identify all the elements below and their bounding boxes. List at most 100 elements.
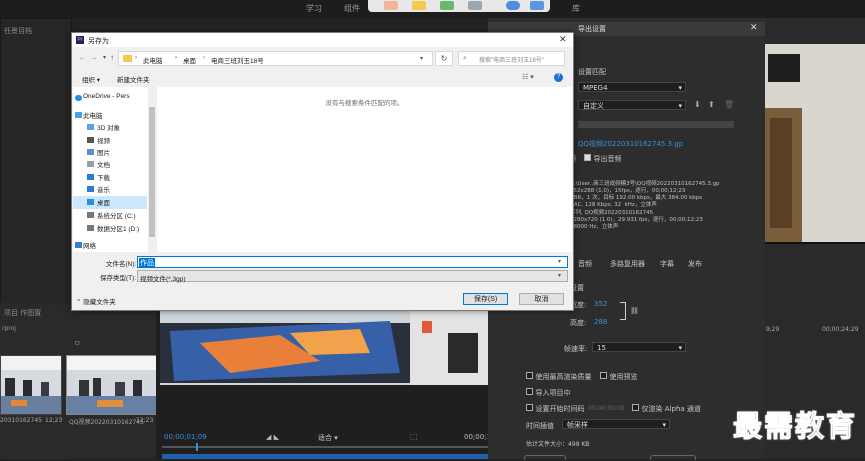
tree-videos[interactable]: 视频	[97, 135, 110, 145]
search-box[interactable]: ⌕ 搜索"电商三班刘玉18号"	[458, 51, 565, 66]
export-button[interactable]	[650, 455, 696, 460]
file-size-estimate: 估计文件大小：499 KB	[526, 441, 590, 448]
tree-drive-d[interactable]: 数据分区1 (D:)	[97, 223, 139, 233]
tree-onedrive[interactable]: OneDrive - Pers	[83, 93, 130, 100]
link-icon[interactable]: ⛓	[630, 307, 639, 315]
forward-arrow-icon[interactable]: →	[90, 53, 98, 62]
tree-scrollbar-thumb[interactable]	[149, 107, 155, 237]
clip-thumbnail-1[interactable]	[0, 355, 62, 415]
clip-thumbnail-2[interactable]	[66, 355, 158, 415]
import-preset-icon[interactable]: ⬆	[708, 100, 715, 109]
drive-c-icon	[87, 212, 94, 218]
empty-message: 没有与搜索条件匹配的项。	[325, 100, 404, 107]
save-button[interactable]: 保存(S)	[463, 293, 508, 305]
cancel-button[interactable]: 取消	[519, 293, 564, 305]
help-icon[interactable]: ?	[554, 73, 563, 82]
max-render-label: 使用最高渲染质量	[535, 373, 592, 381]
watermark-logo: 最需教育	[732, 409, 857, 444]
this-pc-icon	[75, 112, 82, 118]
import-project-option[interactable]: 导入项目中	[526, 388, 571, 398]
save-preset-icon[interactable]: ⬇	[694, 100, 701, 109]
hide-folders-toggle[interactable]: ⌃ 隐藏文件夹	[76, 296, 116, 306]
view-options-icon[interactable]: ☷ ▾	[522, 73, 534, 81]
fps-select[interactable]: 15 ▾	[592, 342, 686, 352]
filetype-select[interactable]: 视频文件(*.3gp) ▾	[137, 270, 568, 283]
width-value[interactable]: 352	[594, 300, 607, 308]
tab-captions[interactable]: 字幕	[660, 259, 674, 269]
alpha-only-option[interactable]: 仅渲染 Alpha 通道	[632, 404, 701, 414]
tool-icon-4[interactable]	[468, 1, 482, 10]
workspace-tab-assembly[interactable]: 组件	[344, 3, 360, 14]
tab-publish[interactable]: 发布	[688, 259, 702, 269]
new-folder-button[interactable]: 新建文件夹	[117, 74, 150, 84]
address-bar[interactable]: › 此电脑 › 桌面 › 电商三班刘玉18号 ▾	[118, 51, 433, 66]
export-close-icon[interactable]: ✕	[750, 23, 758, 33]
address-dropdown-icon[interactable]: ▾	[420, 55, 423, 62]
use-preview-option[interactable]: 使用预览	[600, 372, 638, 382]
height-value[interactable]: 288	[594, 318, 607, 326]
tab-audio[interactable]: 音频	[578, 259, 592, 269]
tab-multiplexer[interactable]: 多路复用器	[610, 259, 645, 269]
metadata-button[interactable]	[524, 455, 566, 460]
filename-input[interactable]: 作品 ▾	[137, 256, 568, 268]
tree-desktop[interactable]: 桌面	[97, 197, 110, 207]
program-playhead[interactable]	[196, 443, 198, 451]
organize-menu[interactable]: 组织 ▾	[82, 74, 100, 84]
interp-select[interactable]: 帧采样 ▾	[562, 419, 670, 429]
program-scrubber[interactable]	[162, 446, 502, 448]
refresh-icon[interactable]: ↻	[435, 51, 453, 66]
tree-downloads[interactable]: 下载	[97, 172, 110, 182]
breadcrumb-this-pc[interactable]: 此电脑	[143, 55, 163, 65]
back-arrow-icon[interactable]: ←	[78, 53, 86, 62]
export-frame-icon[interactable]: ⬚	[410, 432, 418, 441]
videos-icon	[87, 137, 94, 143]
breadcrumb-folder[interactable]: 电商三班刘玉18号	[211, 55, 264, 65]
tree-scrollbar[interactable]	[148, 87, 156, 252]
tool-icon-1[interactable]	[384, 1, 398, 10]
filename-label: 文件名(N):	[106, 261, 137, 268]
breadcrumb-desktop[interactable]: 桌面	[183, 55, 196, 65]
tool-icon-6[interactable]	[530, 1, 544, 10]
tool-icon-5[interactable]	[506, 1, 520, 10]
organize-label: 组织	[82, 77, 95, 84]
delete-preset-icon[interactable]: 🗑	[724, 100, 734, 109]
export-audio-checkbox[interactable]: 导出音频	[584, 154, 622, 164]
filename-dropdown-icon[interactable]: ▾	[558, 258, 561, 265]
format-value: MPEG4	[583, 84, 608, 92]
up-arrow-icon[interactable]: ↑	[110, 53, 114, 62]
tree-selected-highlight	[73, 196, 147, 209]
fit-select[interactable]: 适合 ▾	[318, 433, 338, 443]
format-select[interactable]: MPEG4 ▾	[578, 82, 686, 92]
tree-3d-objects[interactable]: 3D 对象	[97, 122, 120, 132]
tree-pictures[interactable]: 图片	[97, 147, 110, 157]
comments-field[interactable]	[578, 121, 734, 128]
tree-music[interactable]: 音乐	[97, 184, 110, 194]
mark-in-out-icon[interactable]: ◢ ◣	[266, 433, 279, 441]
aspect-bracket	[620, 302, 626, 320]
close-icon[interactable]: ✕	[559, 34, 567, 45]
left-panel-tab[interactable]: 任景目档	[4, 26, 32, 36]
max-render-checkbox-icon	[526, 372, 533, 379]
tree-drive-c[interactable]: 系统分区 (C:)	[97, 210, 136, 220]
output-name-link[interactable]: QQ视频20220310162745.3.gp	[578, 139, 683, 149]
recent-dropdown-icon[interactable]: ▾	[103, 54, 106, 61]
program-video-frame	[160, 303, 500, 385]
program-zoom-bar[interactable]	[162, 454, 502, 459]
filetype-dropdown-icon[interactable]: ▾	[558, 272, 561, 279]
summary-line-3: VBR，1 次，目标 192.00 kbps，最大 384.00 kbps	[570, 195, 703, 201]
workspace-tab-learn[interactable]: 学习	[306, 3, 322, 14]
tool-icon-2[interactable]	[412, 1, 426, 10]
fps-label: 帧速率:	[564, 345, 588, 353]
floating-toolbar	[368, 0, 550, 12]
tree-documents[interactable]: 文档	[97, 159, 110, 169]
tree-this-pc[interactable]: 此电脑	[83, 110, 103, 120]
workspace-tab-libraries[interactable]: 库	[572, 3, 580, 14]
project-panel-tab[interactable]: 项目 作图置	[4, 308, 41, 318]
network-icon	[75, 242, 82, 248]
tree-network[interactable]: 网络	[83, 240, 96, 250]
preset-select[interactable]: 自定义 ▾	[578, 100, 686, 110]
export-settings-title: 导出设置	[578, 25, 606, 33]
tool-icon-3[interactable]	[440, 1, 454, 10]
max-render-option[interactable]: 使用最高渲染质量	[526, 372, 592, 382]
start-tc-option[interactable]: 设置开始时间码	[526, 404, 585, 414]
